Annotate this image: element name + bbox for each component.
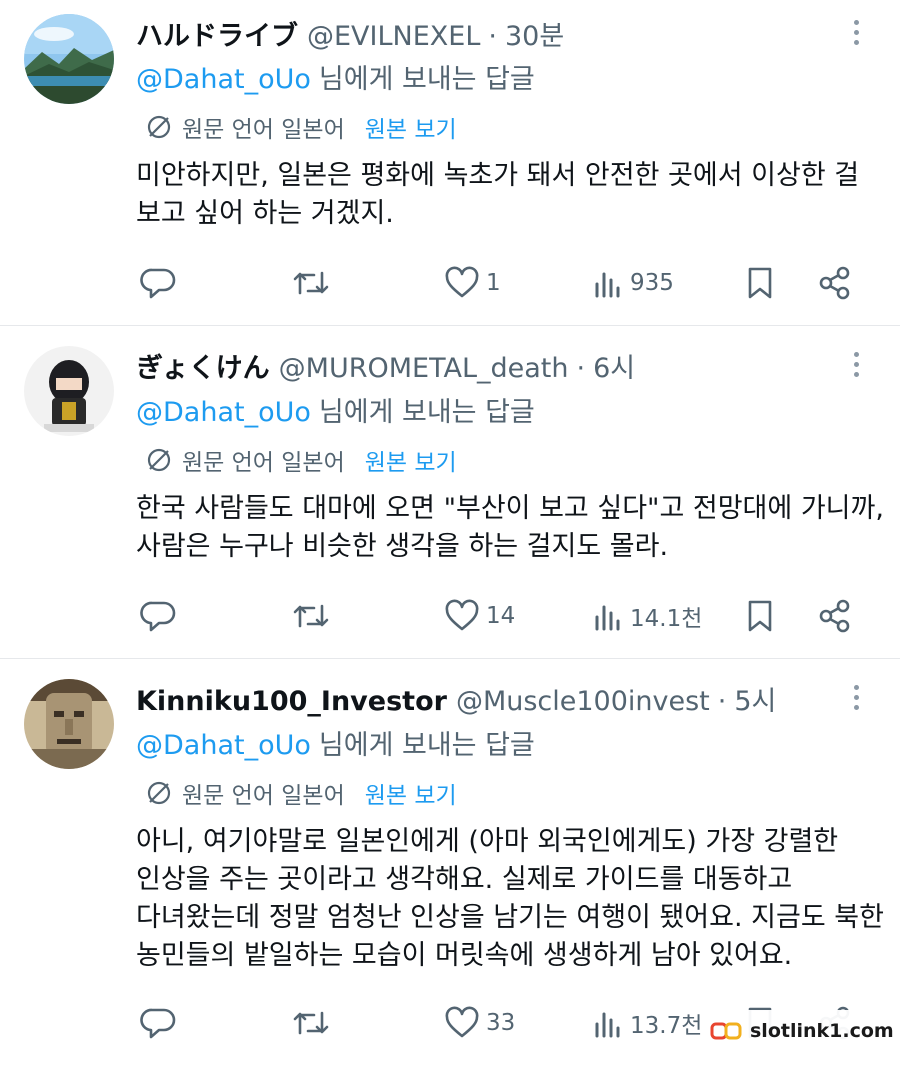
avatar-image xyxy=(24,14,114,104)
heart-icon xyxy=(445,599,479,631)
like-count: 33 xyxy=(486,1010,516,1036)
share-icon xyxy=(819,266,850,300)
retweet-icon xyxy=(293,271,329,295)
like-button[interactable]: 33 xyxy=(444,1006,515,1040)
translate-icon xyxy=(147,448,171,472)
share-button[interactable] xyxy=(817,599,853,633)
show-original-link[interactable]: 원본 보기 xyxy=(365,776,457,810)
views-button[interactable]: 14.1천 xyxy=(594,599,702,633)
tweet-text-line: 미안하지만, 일본은 평화에 녹초가 돼서 안전한 곳에서 이상한 걸 xyxy=(136,160,860,191)
translation-bar: 원문 언어 일본어 원본 보기 xyxy=(146,443,457,477)
translation-bar: 원문 언어 일본어 원본 보기 xyxy=(146,776,457,810)
views-button[interactable]: 935 xyxy=(594,266,674,300)
reply-label: 님에게 보내는 답글 xyxy=(318,64,535,95)
show-original-link[interactable]: 원본 보기 xyxy=(365,443,457,477)
tweet-2[interactable]: ぎょくけん @MUROMETAL_death · 6시 @Dahat_oUo 님에… xyxy=(0,326,900,658)
avatar-image xyxy=(24,679,114,769)
views-icon xyxy=(595,605,620,631)
watermark-logo-icon xyxy=(710,1022,742,1040)
views-button[interactable]: 13.7천 xyxy=(594,1006,702,1040)
watermark: slotlink1.com xyxy=(704,1010,900,1052)
reply-button[interactable] xyxy=(140,266,176,300)
translate-label: 원문 언어 일본어 xyxy=(182,450,345,476)
translation-bar: 원문 언어 일본어 원본 보기 xyxy=(146,110,457,144)
timestamp[interactable]: 30분 xyxy=(505,14,564,53)
tweet-header: ハルドライブ @EVILNEXEL · 30분 xyxy=(136,14,564,53)
reply-mention[interactable]: @Dahat_oUo xyxy=(136,397,311,428)
heart-icon xyxy=(445,1006,479,1038)
reply-to: @Dahat_oUo 님에게 보내는 답글 xyxy=(136,723,535,762)
retweet-button[interactable] xyxy=(291,599,331,633)
reply-icon xyxy=(140,1008,176,1039)
translate-label: 원문 언어 일본어 xyxy=(182,117,345,143)
reply-button[interactable] xyxy=(140,599,176,633)
tweet-1[interactable]: ハルドライブ @EVILNEXEL · 30분 @Dahat_oUo 님에게 보내… xyxy=(0,0,900,325)
reply-to: @Dahat_oUo 님에게 보내는 답글 xyxy=(136,57,535,96)
retweet-button[interactable] xyxy=(291,266,331,300)
retweet-icon xyxy=(293,1011,329,1035)
tweet-text-line: 다녀왔는데 정말 엄청난 인상을 남기는 여행이 됐어요. 지금도 북한 xyxy=(136,902,884,933)
tweet-header: ぎょくけん @MUROMETAL_death · 6시 xyxy=(136,346,635,385)
tweet-text: 한국 사람들도 대마에 오면 "부산이 보고 싶다"고 전망대에 가니까, 사람… xyxy=(136,490,884,566)
reply-mention[interactable]: @Dahat_oUo xyxy=(136,730,311,761)
timestamp[interactable]: 6시 xyxy=(593,346,635,385)
reply-label: 님에게 보내는 답글 xyxy=(318,397,535,428)
user-handle[interactable]: @Muscle100invest xyxy=(456,686,710,717)
retweet-icon xyxy=(293,604,329,628)
bookmark-button[interactable] xyxy=(745,599,775,633)
tweet-header: Kinniku100_Investor @Muscle100invest · 5… xyxy=(136,679,776,718)
timestamp[interactable]: 5시 xyxy=(734,679,776,718)
translate-label: 원문 언어 일본어 xyxy=(182,783,345,809)
more-icon[interactable] xyxy=(846,352,866,382)
share-button[interactable] xyxy=(817,266,853,300)
display-name[interactable]: ぎょくけん xyxy=(136,346,270,385)
user-handle[interactable]: @MUROMETAL_death xyxy=(279,353,569,384)
tweet-text-line: 아니, 여기야말로 일본인에게 (아마 외국인에게도) 가장 강렬한 xyxy=(136,826,839,857)
reply-to: @Dahat_oUo 님에게 보내는 답글 xyxy=(136,390,535,429)
user-handle[interactable]: @EVILNEXEL xyxy=(307,21,480,52)
reply-icon xyxy=(140,268,176,299)
like-count: 14 xyxy=(486,603,516,629)
tweet-text-line: 한국 사람들도 대마에 오면 "부산이 보고 싶다"고 전망대에 가니까, xyxy=(136,493,884,524)
avatar[interactable] xyxy=(24,679,114,769)
bookmark-icon xyxy=(748,267,772,299)
like-button[interactable]: 14 xyxy=(444,599,515,633)
tweet-text-line: 농민들의 밭일하는 모습이 머릿속에 생생하게 남아 있어요. xyxy=(136,940,793,971)
avatar[interactable] xyxy=(24,346,114,436)
share-icon xyxy=(819,599,850,633)
view-count: 13.7천 xyxy=(630,1013,703,1039)
tweet-text-line: 사람은 누구나 비슷한 생각을 하는 걸지도 몰라. xyxy=(136,531,669,562)
separator-dot: · xyxy=(576,353,586,384)
reply-button[interactable] xyxy=(140,1006,176,1040)
separator-dot: · xyxy=(717,686,727,717)
view-count: 14.1천 xyxy=(630,606,703,632)
display-name[interactable]: Kinniku100_Investor xyxy=(136,686,447,717)
separator-dot: · xyxy=(488,21,497,52)
like-count: 1 xyxy=(486,270,501,296)
view-count: 935 xyxy=(630,270,674,296)
display-name[interactable]: ハルドライブ xyxy=(136,14,298,53)
reply-icon xyxy=(140,601,176,632)
views-icon xyxy=(595,1012,620,1038)
avatar-image xyxy=(24,346,114,436)
watermark-text: slotlink1.com xyxy=(750,1020,894,1042)
bookmark-icon xyxy=(748,600,772,632)
reply-mention[interactable]: @Dahat_oUo xyxy=(136,64,311,95)
heart-icon xyxy=(445,266,479,298)
like-button[interactable]: 1 xyxy=(444,266,501,300)
translate-icon xyxy=(147,115,171,139)
retweet-button[interactable] xyxy=(291,1006,331,1040)
show-original-link[interactable]: 원본 보기 xyxy=(365,110,457,144)
more-icon[interactable] xyxy=(846,685,866,715)
more-icon[interactable] xyxy=(846,20,866,50)
views-icon xyxy=(595,272,620,298)
tweet-text-line: 보고 싶어 하는 거겠지. xyxy=(136,198,394,229)
reply-label: 님에게 보내는 답글 xyxy=(318,730,535,761)
translate-icon xyxy=(147,781,171,805)
tweet-text: 아니, 여기야말로 일본인에게 (아마 외국인에게도) 가장 강렬한 인상을 주… xyxy=(136,823,884,975)
avatar[interactable] xyxy=(24,14,114,104)
bookmark-button[interactable] xyxy=(745,266,775,300)
tweet-text: 미안하지만, 일본은 평화에 녹초가 돼서 안전한 곳에서 이상한 걸 보고 싶… xyxy=(136,157,859,233)
tweet-text-line: 인상을 주는 곳이라고 생각해요. 실제로 가이드를 대동하고 xyxy=(136,864,793,895)
